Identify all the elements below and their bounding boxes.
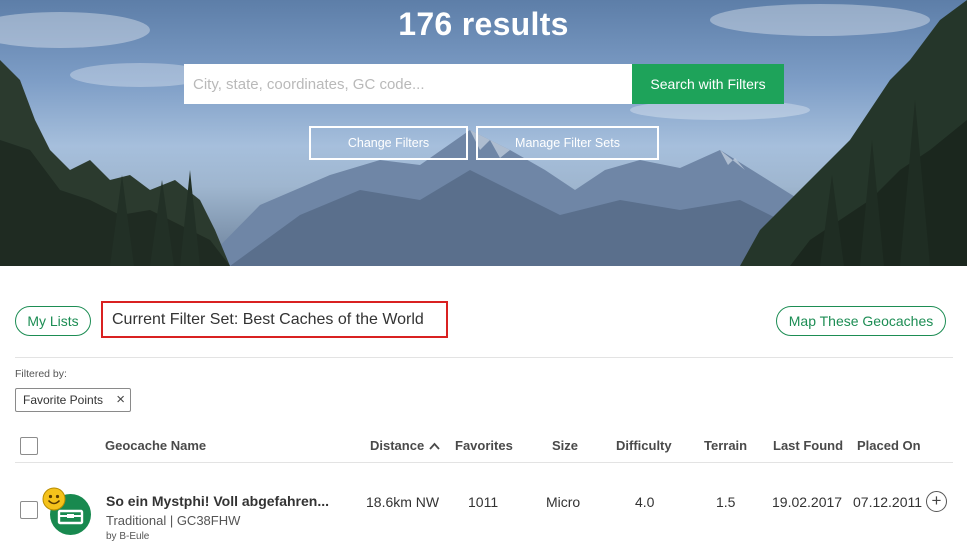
search-with-filters-button[interactable]: Search with Filters (632, 64, 784, 104)
cell-last-found: 19.02.2017 (772, 494, 843, 510)
cell-size: Micro (546, 494, 581, 510)
cell-difficulty: 4.0 (635, 494, 655, 510)
filter-chip-favorite-points: Favorite Points × (15, 388, 131, 412)
change-filters-button[interactable]: Change Filters (309, 126, 468, 160)
search-input[interactable] (184, 64, 632, 104)
cell-distance: 18.6km NW (366, 494, 440, 510)
column-header-difficulty[interactable]: Difficulty (616, 438, 672, 453)
column-header-placed-on[interactable]: Placed On (857, 438, 921, 453)
current-filter-set-label: Current Filter Set: Best Caches of the W… (101, 301, 448, 338)
smiley-found-icon (42, 487, 66, 511)
section-divider (15, 357, 953, 358)
cell-placed-on: 07.12.2011 (853, 494, 923, 510)
cache-type-code: Traditional | GC38FHW (106, 513, 241, 528)
cache-owner: by B-Eule (106, 531, 150, 542)
column-header-terrain[interactable]: Terrain (704, 438, 747, 453)
column-header-last-found[interactable]: Last Found (773, 438, 843, 453)
my-lists-button[interactable]: My Lists (15, 306, 91, 336)
column-header-name[interactable]: Geocache Name (105, 438, 206, 453)
chevron-up-icon (429, 441, 440, 453)
map-these-geocaches-button[interactable]: Map These Geocaches (776, 306, 946, 336)
select-all-checkbox[interactable] (20, 437, 38, 455)
cell-favorites: 1011 (468, 494, 499, 510)
add-to-list-icon[interactable]: + (926, 491, 947, 512)
column-header-distance[interactable]: Distance (370, 438, 440, 453)
hero-banner: 176 results Search with Filters Change F… (0, 0, 967, 266)
manage-filter-sets-button[interactable]: Manage Filter Sets (476, 126, 659, 160)
column-header-favorites[interactable]: Favorites (455, 438, 513, 453)
filter-chip-label: Favorite Points (23, 393, 104, 407)
cell-terrain: 1.5 (716, 494, 736, 510)
cache-name-link[interactable]: So ein Mystphi! Voll abgefahren... (106, 493, 329, 509)
column-header-size[interactable]: Size (552, 438, 578, 453)
filtered-by-label: Filtered by: (15, 368, 67, 380)
column-header-distance-label: Distance (370, 438, 425, 453)
header-divider (15, 462, 953, 463)
row-select-checkbox[interactable] (20, 501, 38, 519)
results-count-title: 176 results (398, 6, 569, 42)
remove-filter-icon[interactable]: × (116, 389, 125, 411)
